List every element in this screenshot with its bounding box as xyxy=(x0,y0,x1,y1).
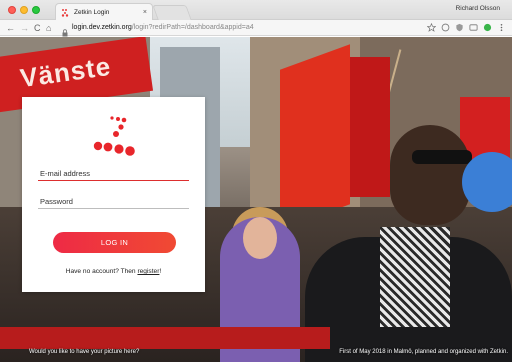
menu-icon[interactable] xyxy=(497,23,506,32)
new-tab-button[interactable] xyxy=(152,5,192,20)
profile-name[interactable]: Richard Olsson xyxy=(456,5,500,12)
reload-button[interactable]: C xyxy=(34,22,41,34)
zetkin-favicon-icon xyxy=(61,8,70,17)
tab-close-button[interactable]: × xyxy=(143,9,147,16)
email-input[interactable] xyxy=(38,165,189,182)
toolbar-extensions xyxy=(427,23,506,32)
url-host: login.dev.zetkin.org xyxy=(72,24,132,31)
email-field xyxy=(38,163,189,182)
browser-tab[interactable]: Zetkin Login × xyxy=(55,3,153,20)
extension-icon[interactable] xyxy=(441,23,450,32)
star-icon[interactable] xyxy=(427,23,436,32)
background-person-face xyxy=(243,217,277,259)
background-scarf xyxy=(380,227,450,327)
forward-button[interactable]: → xyxy=(20,22,29,34)
refresh-extension-icon[interactable] xyxy=(483,23,492,32)
background-person-face xyxy=(390,125,470,225)
shield-icon[interactable] xyxy=(455,23,464,32)
maximize-window-button[interactable] xyxy=(32,6,40,14)
background-flag xyxy=(280,44,350,230)
password-field xyxy=(38,191,189,210)
register-prompt: Have no account? Then register! xyxy=(22,268,205,275)
minimize-window-button[interactable] xyxy=(20,6,28,14)
browser-toolbar: ← → C ⌂ login.dev.zetkin.org/login?redir… xyxy=(0,20,512,37)
register-prefix: Have no account? Then xyxy=(65,268,138,275)
home-button[interactable]: ⌂ xyxy=(46,22,51,34)
close-window-button[interactable] xyxy=(8,6,16,14)
zetkin-logo-icon xyxy=(89,114,139,160)
browser-tabbar: Zetkin Login × Richard Olsson xyxy=(0,0,512,20)
login-button[interactable]: LOG IN xyxy=(53,232,176,253)
login-page: Vänste Would you like to have your pictu… xyxy=(0,37,512,362)
register-link[interactable]: register xyxy=(137,268,159,275)
tab-title: Zetkin Login xyxy=(74,8,110,16)
back-button[interactable]: ← xyxy=(6,22,15,34)
photo-invite-caption[interactable]: Would you like to have your picture here… xyxy=(29,349,139,355)
background-banner xyxy=(0,327,330,349)
background-sunglasses xyxy=(412,150,472,164)
address-bar[interactable]: login.dev.zetkin.org/login?redirPath=/da… xyxy=(72,23,254,33)
url-path: /login?redirPath=/dashboard&appid=a4 xyxy=(131,24,254,31)
login-card: LOG IN Have no account? Then register! xyxy=(22,97,205,292)
password-input[interactable] xyxy=(38,193,189,210)
register-suffix: ! xyxy=(159,268,162,275)
background-flag xyxy=(350,57,390,197)
cast-icon[interactable] xyxy=(469,23,478,32)
photo-credit-caption: First of May 2018 in Malmö, planned and … xyxy=(339,349,508,355)
